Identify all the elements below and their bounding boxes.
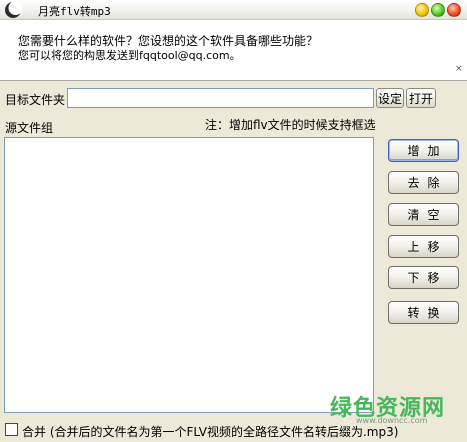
open-button[interactable]: 打开	[406, 88, 436, 108]
maximize-button[interactable]	[431, 3, 445, 17]
source-note: 注：增加flv文件的时候支持框选	[205, 118, 376, 132]
merge-label: 合并 (合并后的文件名为第一个FLV视频的全路径文件名转后缀为.mp3)	[22, 425, 399, 439]
info-panel: 您需要什么样的软件？您设想的这个软件具备哪些功能？ 您可以将您的构思发送到fqq…	[0, 20, 467, 81]
move-down-button[interactable]: 下移	[388, 266, 459, 289]
moon-app-icon	[4, 1, 23, 19]
minimize-button[interactable]	[415, 3, 429, 17]
target-folder-label: 目标文件夹	[5, 93, 66, 107]
add-button[interactable]: 增加	[388, 139, 459, 162]
convert-button[interactable]: 转换	[388, 301, 459, 324]
target-folder-input[interactable]	[67, 88, 374, 108]
info-contact: 您可以将您的构思发送到fqqtool@qq.com。	[18, 49, 241, 62]
window-title: 月亮flv转mp3	[38, 5, 111, 18]
set-button[interactable]: 设定	[376, 88, 404, 108]
merge-checkbox[interactable]	[5, 423, 18, 436]
close-button[interactable]	[447, 3, 461, 17]
remove-button[interactable]: 去除	[388, 171, 459, 194]
title-bar[interactable]: 月亮flv转mp3	[0, 0, 467, 20]
move-up-button[interactable]: 上移	[388, 235, 459, 258]
clear-button[interactable]: 清空	[388, 203, 459, 226]
close-icon[interactable]: ×	[455, 64, 463, 74]
source-files-label: 源文件组	[5, 121, 54, 135]
source-file-list[interactable]	[4, 137, 374, 413]
